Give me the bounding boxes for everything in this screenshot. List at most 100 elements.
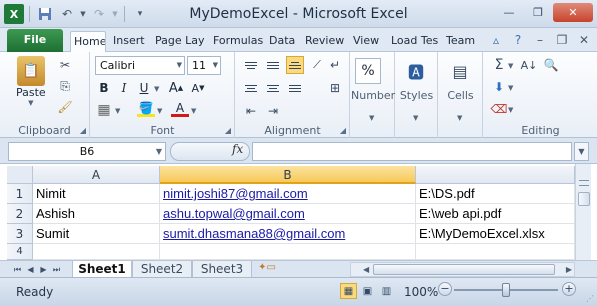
- close-button[interactable]: ✕: [553, 3, 593, 22]
- increase-indent-icon[interactable]: ⇥: [264, 102, 282, 120]
- insert-sheet-icon[interactable]: ✦▭: [254, 262, 280, 277]
- workbook-restore-icon[interactable]: ❐: [555, 33, 569, 47]
- next-sheet-icon[interactable]: ▶: [38, 263, 49, 276]
- scroll-up-icon[interactable]: [576, 164, 591, 178]
- cell-a2[interactable]: Ashish: [33, 204, 160, 224]
- column-header-a[interactable]: A: [33, 166, 160, 184]
- borders-icon[interactable]: ▦: [95, 101, 113, 119]
- normal-view-button[interactable]: ▦: [340, 283, 357, 299]
- tab-load-test[interactable]: Load Tes: [388, 31, 438, 52]
- zoom-in-button[interactable]: +: [562, 282, 576, 296]
- column-header-c[interactable]: [416, 166, 575, 184]
- split-handle[interactable]: [579, 180, 589, 186]
- minimize-ribbon-icon[interactable]: ▵: [489, 33, 503, 47]
- insert-function-icon[interactable]: fx: [232, 142, 243, 156]
- fill-dropdown-icon[interactable]: ▼: [508, 84, 513, 92]
- horizontal-scroll-thumb[interactable]: [373, 264, 555, 275]
- row-header[interactable]: 2: [7, 204, 33, 224]
- format-painter-icon[interactable]: 🖌: [56, 98, 74, 116]
- tab-data[interactable]: Data: [266, 31, 298, 52]
- font-launcher-icon[interactable]: ◢: [225, 126, 231, 135]
- cell-b3[interactable]: sumit.dhasmana88@gmail.com: [160, 224, 416, 244]
- vertical-scrollbar[interactable]: [575, 164, 591, 260]
- name-box[interactable]: B6 ▼: [8, 142, 166, 161]
- column-header-b[interactable]: B: [160, 166, 416, 184]
- tab-review[interactable]: Review: [302, 31, 346, 52]
- underline-dropdown-icon[interactable]: ▼: [154, 85, 159, 93]
- zoom-level[interactable]: 100%: [404, 285, 438, 299]
- scroll-right-icon[interactable]: ▶: [566, 263, 572, 276]
- autosum-icon[interactable]: Σ: [490, 56, 508, 74]
- merge-center-icon[interactable]: ⊞: [326, 79, 344, 97]
- expand-formula-bar-icon[interactable]: ▼: [574, 142, 589, 161]
- cells-button[interactable]: ▤: [446, 56, 474, 86]
- formula-input[interactable]: [252, 142, 572, 161]
- select-all-corner[interactable]: [7, 166, 33, 184]
- find-select-icon[interactable]: 🔍: [542, 56, 560, 74]
- align-left-icon[interactable]: [242, 79, 260, 97]
- row-header[interactable]: 3: [7, 224, 33, 244]
- page-layout-view-button[interactable]: ▣: [359, 283, 376, 299]
- tab-home[interactable]: Home: [70, 31, 106, 52]
- minimize-button[interactable]: —: [495, 3, 523, 22]
- tab-page-layout[interactable]: Page Lay: [152, 31, 206, 52]
- clear-icon[interactable]: ⌫: [490, 100, 508, 118]
- cell-b2[interactable]: ashu.topwal@gmail.com: [160, 204, 416, 224]
- decrease-indent-icon[interactable]: ⇤: [242, 102, 260, 120]
- font-name-combo[interactable]: Calibri ▼: [95, 56, 185, 75]
- fill-color-dropdown-icon[interactable]: ▼: [157, 107, 162, 115]
- orientation-icon[interactable]: ⟋: [308, 56, 326, 74]
- borders-dropdown-icon[interactable]: ▼: [115, 107, 120, 115]
- cell-c2[interactable]: E:\web api.pdf: [416, 204, 575, 224]
- styles-dropdown-icon[interactable]: ▼: [413, 114, 418, 122]
- align-center-icon[interactable]: [264, 79, 282, 97]
- alignment-launcher-icon[interactable]: ◢: [340, 126, 346, 135]
- italic-button[interactable]: I: [115, 79, 133, 97]
- cell-c4[interactable]: [416, 244, 575, 260]
- row-header[interactable]: 1: [7, 184, 33, 204]
- number-dropdown-icon[interactable]: ▼: [369, 114, 374, 122]
- sheet-tab-sheet1[interactable]: Sheet1: [72, 261, 132, 278]
- cut-icon[interactable]: ✂: [56, 56, 74, 74]
- underline-button[interactable]: U: [135, 79, 153, 97]
- bold-button[interactable]: B: [95, 79, 113, 97]
- cell-b4[interactable]: [160, 244, 416, 260]
- align-top-icon[interactable]: [242, 56, 260, 74]
- grow-font-button[interactable]: A ▲: [167, 79, 185, 97]
- tab-file[interactable]: File: [7, 29, 63, 52]
- cells-dropdown-icon[interactable]: ▼: [457, 114, 462, 122]
- copy-icon[interactable]: ⎘: [56, 77, 74, 95]
- vertical-scroll-thumb[interactable]: [578, 192, 590, 206]
- autosum-dropdown-icon[interactable]: ▼: [508, 62, 513, 70]
- cell-c1[interactable]: E:\DS.pdf: [416, 184, 575, 204]
- tab-insert[interactable]: Insert: [110, 31, 148, 52]
- scroll-left-icon[interactable]: ◀: [363, 263, 369, 276]
- cell-c3[interactable]: E:\MyDemoExcel.xlsx: [416, 224, 575, 244]
- font-color-dropdown-icon[interactable]: ▼: [191, 107, 196, 115]
- cell-a4[interactable]: [33, 244, 160, 260]
- zoom-slider-thumb[interactable]: [502, 283, 510, 297]
- last-sheet-icon[interactable]: ⏭: [51, 263, 62, 276]
- help-icon[interactable]: ?: [511, 33, 525, 47]
- shrink-font-button[interactable]: A ▼: [189, 79, 207, 97]
- maximize-button[interactable]: ❐: [524, 3, 552, 22]
- sort-filter-icon[interactable]: A↓: [520, 56, 538, 74]
- workbook-close-icon[interactable]: ✕: [577, 33, 591, 47]
- workbook-minimize-icon[interactable]: –: [533, 33, 547, 47]
- clear-dropdown-icon[interactable]: ▼: [508, 106, 513, 114]
- sheet-tab-sheet3[interactable]: Sheet3: [192, 261, 252, 278]
- align-bottom-icon[interactable]: [286, 56, 304, 74]
- tab-team[interactable]: Team: [443, 31, 479, 52]
- first-sheet-icon[interactable]: ⏮: [12, 263, 23, 276]
- number-format-button[interactable]: %: [355, 58, 381, 84]
- paste-button[interactable]: 📋 Paste ▼: [16, 56, 46, 107]
- cell-a1[interactable]: Nimit: [33, 184, 160, 204]
- wrap-text-icon[interactable]: ↵: [326, 56, 344, 74]
- styles-button[interactable]: 🅰: [402, 56, 430, 86]
- zoom-out-button[interactable]: −: [438, 282, 452, 296]
- sheet-tab-sheet2[interactable]: Sheet2: [132, 261, 192, 278]
- resize-grip-icon[interactable]: ⋰: [586, 294, 594, 303]
- clipboard-launcher-icon[interactable]: ◢: [80, 126, 86, 135]
- align-right-icon[interactable]: [286, 79, 304, 97]
- cell-a3[interactable]: Sumit: [33, 224, 160, 244]
